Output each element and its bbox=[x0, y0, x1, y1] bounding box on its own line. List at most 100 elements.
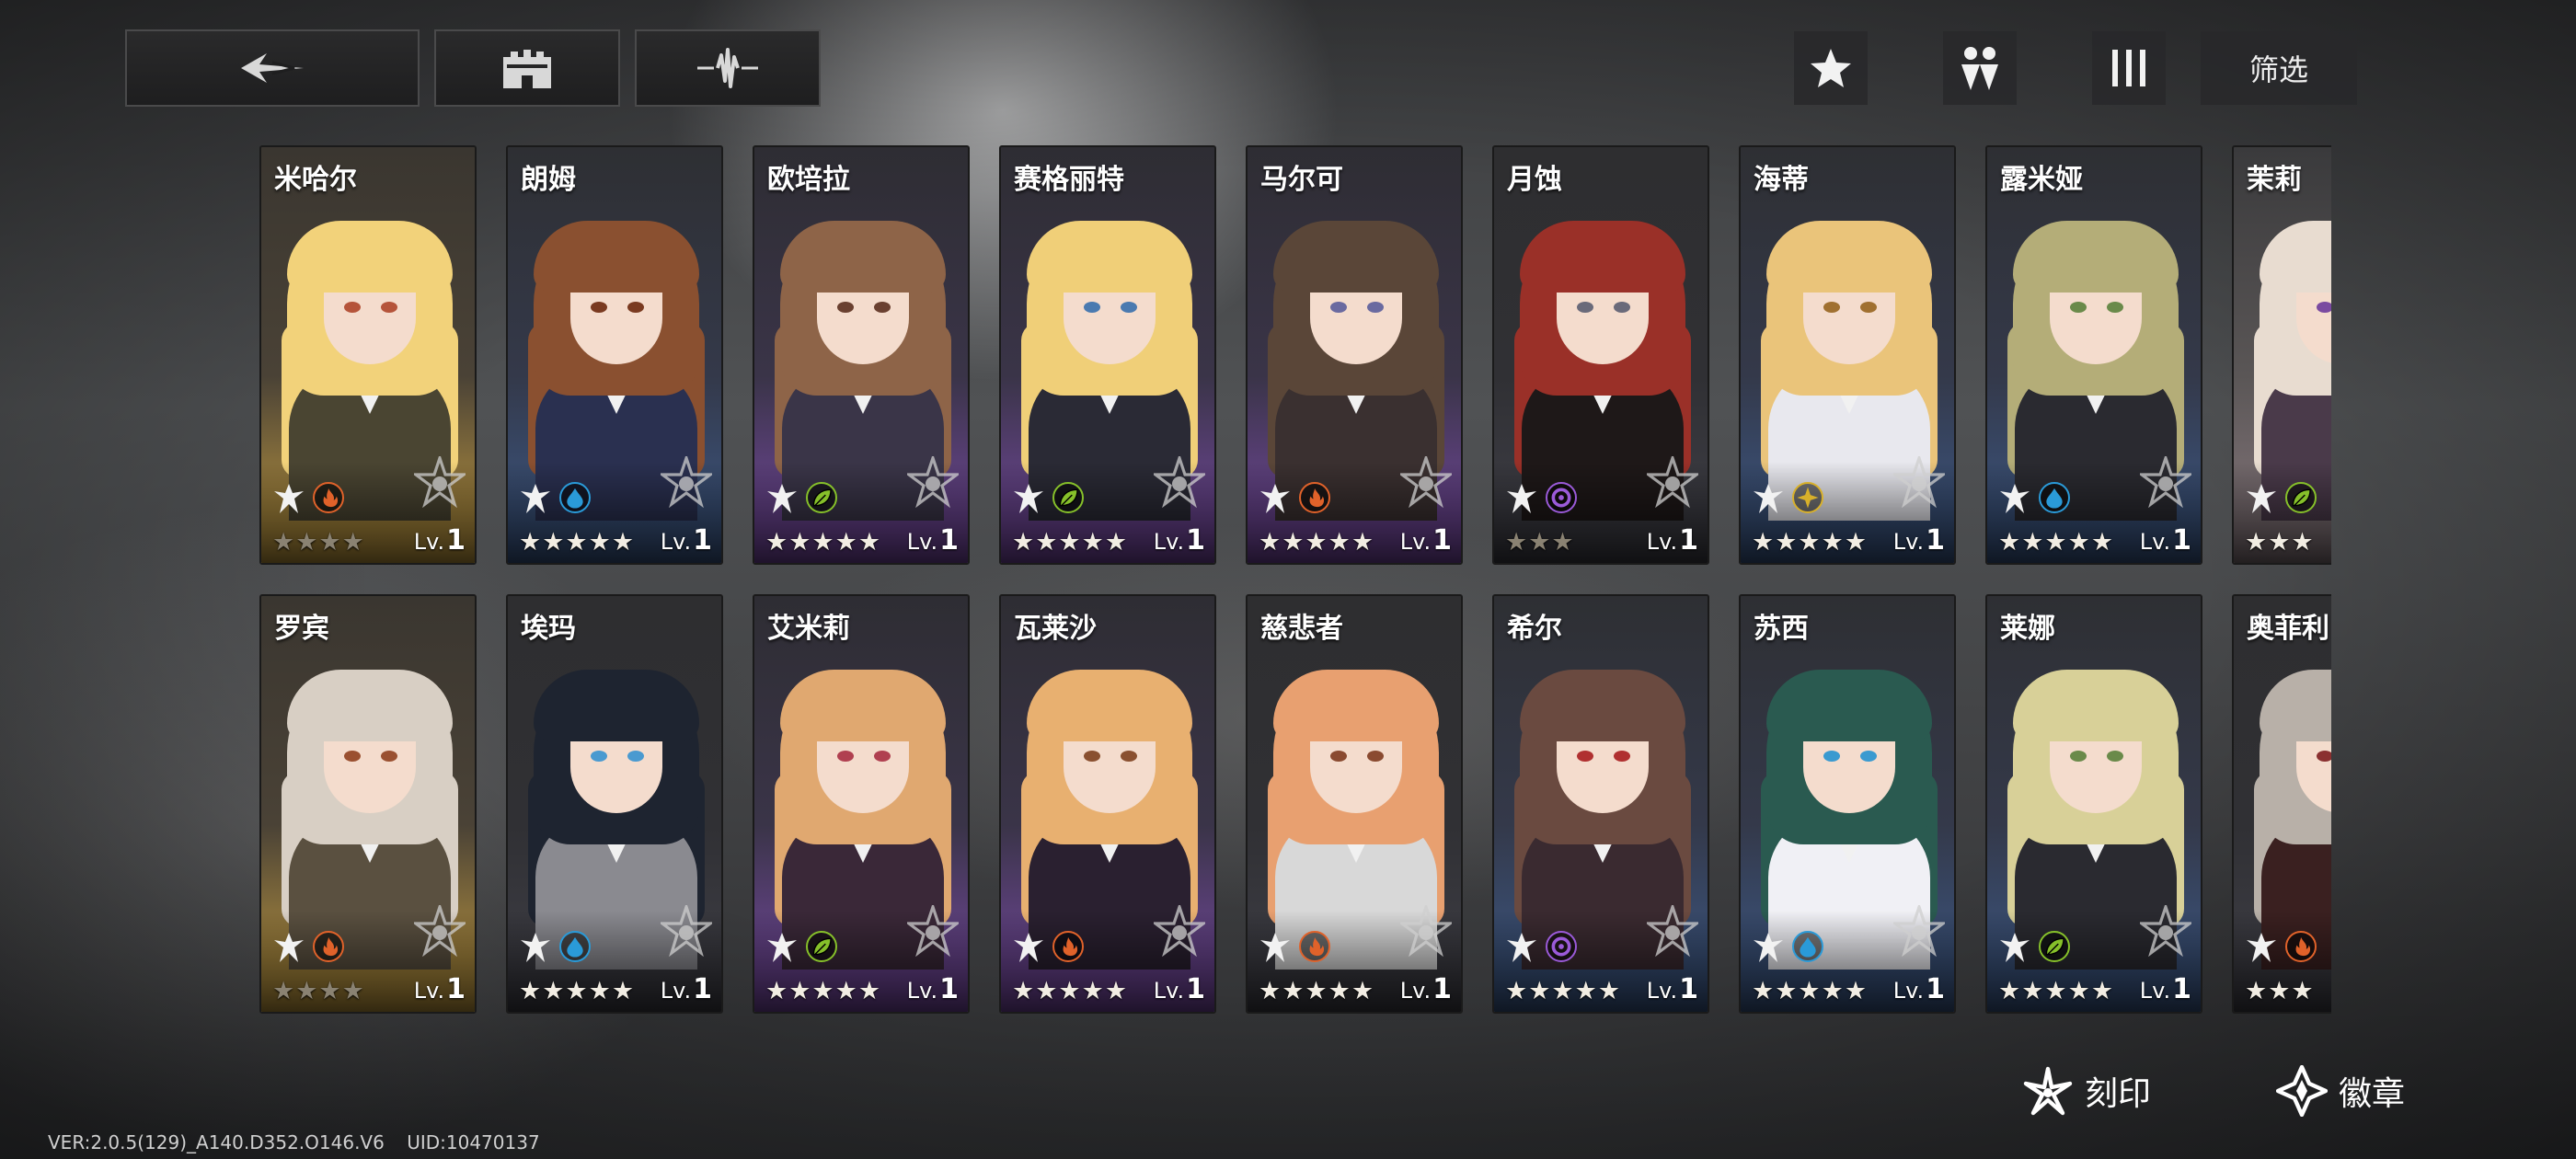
level-value: 1 bbox=[693, 973, 712, 1005]
uid-text: UID:10470137 bbox=[407, 1131, 540, 1153]
character-name: 慈悲者 bbox=[1260, 613, 1343, 645]
version-text: VER:2.0.5(129)_A140.D352.O146.V6 bbox=[48, 1131, 385, 1153]
faction-emblem-icon bbox=[1891, 901, 1948, 960]
character-card[interactable]: 露米娅 ★★★★★ Lv.1 bbox=[1985, 145, 2202, 565]
level-value: 1 bbox=[446, 524, 466, 557]
rarity-stars: ★★★★★ bbox=[1752, 977, 1869, 1005]
base-button[interactable] bbox=[434, 29, 620, 107]
level-value: 1 bbox=[2172, 973, 2191, 1005]
element-light-icon bbox=[1792, 482, 1823, 513]
class-icon bbox=[1752, 482, 1785, 515]
class-icon bbox=[1505, 931, 1538, 964]
character-card[interactable]: 茉莉 ★★★ Lv.1 bbox=[2232, 145, 2331, 565]
group-button[interactable] bbox=[1943, 31, 2017, 105]
class-icon bbox=[272, 931, 305, 964]
character-card[interactable]: 希尔 ★★★★★ Lv.1 bbox=[1492, 594, 1709, 1014]
character-name: 埃玛 bbox=[521, 613, 576, 645]
level-indicator: Lv.1 bbox=[1893, 524, 1945, 557]
element-water-icon bbox=[559, 482, 591, 513]
rarity-stars: ★★★★★ bbox=[519, 977, 636, 1005]
level-indicator: Lv.1 bbox=[2140, 973, 2191, 1005]
level-prefix: Lv. bbox=[1399, 529, 1432, 555]
character-tags bbox=[2245, 931, 2317, 964]
character-card[interactable]: 瓦莱沙 ★★★★★ Lv.1 bbox=[999, 594, 1216, 1014]
faction-emblem-icon bbox=[658, 453, 715, 511]
character-card[interactable]: 米哈尔 ★★★★ Lv.1 bbox=[259, 145, 477, 565]
element-nature-icon bbox=[806, 931, 837, 962]
character-tags bbox=[519, 931, 591, 964]
element-fire-icon bbox=[313, 931, 344, 962]
character-name: 海蒂 bbox=[1754, 164, 1809, 196]
class-icon bbox=[519, 931, 552, 964]
class-icon bbox=[1752, 931, 1785, 964]
element-arcane-icon bbox=[1546, 482, 1577, 513]
character-card[interactable]: 苏西 ★★★★★ Lv.1 bbox=[1739, 594, 1956, 1014]
rarity-stars: ★★★★★ bbox=[765, 528, 882, 557]
class-icon bbox=[1505, 482, 1538, 515]
character-card[interactable]: 海蒂 ★★★★★ Lv.1 bbox=[1739, 145, 1956, 565]
character-card[interactable]: 欧培拉 ★★★★★ Lv.1 bbox=[753, 145, 970, 565]
rarity-stars: ★★★★★ bbox=[519, 528, 636, 557]
level-prefix: Lv. bbox=[413, 529, 445, 555]
character-name: 露米娅 bbox=[2000, 164, 2083, 196]
element-fire-icon bbox=[1299, 482, 1330, 513]
badge-button[interactable]: 徽章 bbox=[2276, 1065, 2405, 1117]
level-prefix: Lv. bbox=[906, 978, 938, 1004]
character-card[interactable]: 马尔可 ★★★★★ Lv.1 bbox=[1246, 145, 1463, 565]
rarity-stars: ★★★★★ bbox=[1259, 977, 1375, 1005]
badge-icon bbox=[2276, 1065, 2329, 1117]
character-card[interactable]: 慈悲者 ★★★★★ Lv.1 bbox=[1246, 594, 1463, 1014]
character-card[interactable]: 艾米莉 ★★★★★ Lv.1 bbox=[753, 594, 970, 1014]
level-value: 1 bbox=[693, 524, 712, 557]
faction-emblem-icon bbox=[904, 453, 961, 511]
character-tags bbox=[1998, 931, 2070, 964]
character-card[interactable]: 埃玛 ★★★★★ Lv.1 bbox=[506, 594, 723, 1014]
faction-emblem-icon bbox=[1151, 901, 1208, 960]
back-button[interactable] bbox=[125, 29, 420, 107]
character-card[interactable]: 奥菲利 ★★★ Lv.1 bbox=[2232, 594, 2331, 1014]
level-value: 1 bbox=[939, 973, 959, 1005]
class-icon bbox=[272, 482, 305, 515]
rarity-stars: ★★★ bbox=[2245, 528, 2315, 557]
character-card[interactable]: 月蚀 ★★★ Lv.1 bbox=[1492, 145, 1709, 565]
faction-emblem-icon bbox=[411, 453, 468, 511]
rarity-stars: ★★★★★ bbox=[1012, 977, 1129, 1005]
rarity-stars: ★★★★ bbox=[272, 528, 365, 557]
rarity-stars: ★★★★★ bbox=[1752, 528, 1869, 557]
character-name: 茉莉 bbox=[2247, 164, 2302, 196]
character-card[interactable]: 朗姆 ★★★★★ Lv.1 bbox=[506, 145, 723, 565]
class-icon bbox=[1012, 931, 1045, 964]
character-tags bbox=[1752, 931, 1823, 964]
level-prefix: Lv. bbox=[2139, 978, 2171, 1004]
class-icon bbox=[1998, 482, 2031, 515]
favorite-button[interactable] bbox=[1794, 31, 1868, 105]
engrave-button[interactable]: 刻印 bbox=[2022, 1065, 2151, 1117]
level-prefix: Lv. bbox=[1646, 978, 1678, 1004]
element-fire-icon bbox=[313, 482, 344, 513]
filter-button[interactable]: 筛选 bbox=[2201, 31, 2357, 105]
level-value: 1 bbox=[939, 524, 959, 557]
character-name: 朗姆 bbox=[521, 164, 576, 196]
castle-icon bbox=[503, 50, 551, 88]
character-card[interactable]: 莱娜 ★★★★★ Lv.1 bbox=[1985, 594, 2202, 1014]
rarity-stars: ★★★★★ bbox=[765, 977, 882, 1005]
character-name: 艾米莉 bbox=[767, 613, 850, 645]
waveform-button[interactable] bbox=[635, 29, 821, 107]
level-prefix: Lv. bbox=[413, 978, 445, 1004]
level-indicator: Lv.1 bbox=[2140, 524, 2191, 557]
character-card[interactable]: 罗宾 ★★★★ Lv.1 bbox=[259, 594, 477, 1014]
faction-emblem-icon bbox=[1397, 901, 1455, 960]
class-icon bbox=[1012, 482, 1045, 515]
character-name: 马尔可 bbox=[1260, 164, 1343, 196]
column-view-button[interactable] bbox=[2092, 31, 2166, 105]
faction-emblem-icon bbox=[2137, 901, 2194, 960]
class-icon bbox=[519, 482, 552, 515]
character-tags bbox=[1505, 482, 1577, 515]
element-arcane-icon bbox=[1546, 931, 1577, 962]
faction-emblem-icon bbox=[2137, 453, 2194, 511]
rarity-stars: ★★★ bbox=[1505, 528, 1575, 557]
level-prefix: Lv. bbox=[906, 529, 938, 555]
level-indicator: Lv.1 bbox=[661, 524, 712, 557]
character-card[interactable]: 赛格丽特 ★★★★★ Lv.1 bbox=[999, 145, 1216, 565]
level-indicator: Lv.1 bbox=[1400, 973, 1452, 1005]
